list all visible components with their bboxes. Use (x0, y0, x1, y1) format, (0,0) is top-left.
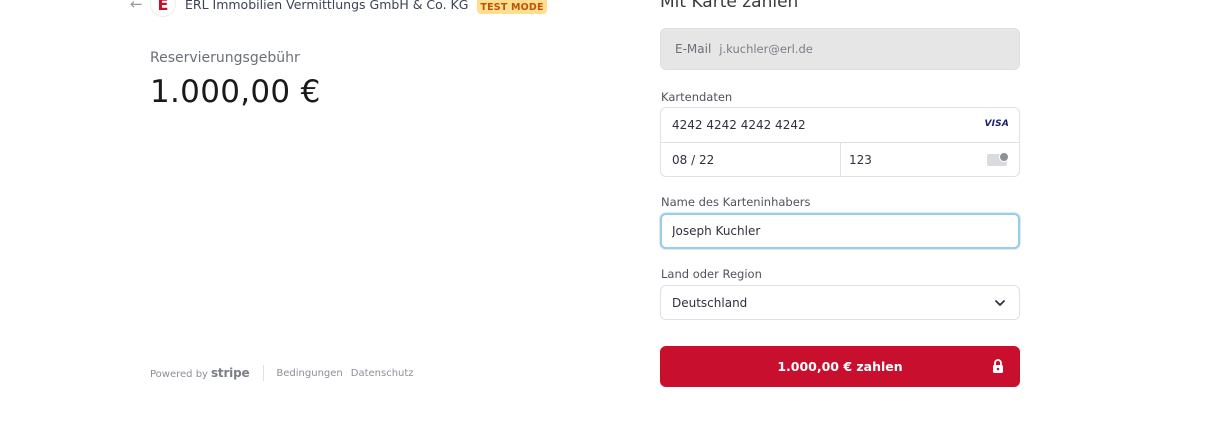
email-field: E-Mail j.kuchler@erl.de (660, 28, 1020, 70)
cardholder-name-label: Name des Karteninhabers (661, 195, 811, 209)
card-details-label: Kartendaten (661, 90, 733, 104)
cvc-input[interactable]: 123 (841, 143, 1019, 177)
fee-label: Reservierungsgebühr (150, 50, 300, 66)
powered-by-text: Powered by (150, 369, 208, 380)
email-label: E-Mail (675, 42, 712, 56)
visa-icon: VISA (984, 119, 1009, 129)
terms-link[interactable]: Bedingungen (276, 368, 342, 379)
cardholder-name-input[interactable] (660, 213, 1020, 249)
pay-button[interactable]: 1.000,00 € zahlen (660, 346, 1020, 387)
lock-icon (993, 359, 1003, 373)
email-value: j.kuchler@erl.de (719, 42, 813, 56)
card-number-value: 4242 4242 4242 4242 (672, 118, 806, 132)
expiry-input[interactable]: 08 / 22 (661, 143, 841, 177)
chevron-down-icon (995, 300, 1005, 306)
country-select[interactable]: Deutschland (660, 285, 1020, 320)
stripe-logo: stripe (210, 366, 250, 380)
merchant-logo: E (150, 0, 176, 17)
footer-divider (263, 365, 265, 381)
fee-amount: 1.000,00 € (150, 74, 321, 110)
cvc-value: 123 (849, 153, 872, 167)
summary-pane: ← E ERL Immobilien Vermittlungs GmbH & C… (0, 0, 584, 423)
country-label: Land oder Region (661, 267, 762, 281)
card-number-input[interactable]: 4242 4242 4242 4242 VISA (661, 108, 1019, 143)
card-details-group: 4242 4242 4242 4242 VISA 08 / 22 123 (660, 107, 1020, 177)
form-title: Mit Karte zahlen (660, 0, 799, 12)
arrow-left-icon[interactable]: ← (130, 0, 148, 13)
merchant-header: ← E ERL Immobilien Vermittlungs GmbH & C… (130, 0, 547, 17)
expiry-value: 08 / 22 (672, 153, 715, 167)
test-mode-badge: TEST MODE (477, 0, 547, 14)
cvc-card-icon (987, 152, 1009, 166)
merchant-name: ERL Immobilien Vermittlungs GmbH & Co. K… (185, 0, 469, 12)
country-value: Deutschland (672, 295, 748, 310)
privacy-link[interactable]: Datenschutz (351, 368, 414, 379)
footer: Powered by stripe Bedingungen Datenschut… (150, 365, 422, 381)
powered-by-stripe[interactable]: Powered by stripe (150, 366, 250, 380)
pay-button-label: 1.000,00 € zahlen (777, 359, 903, 374)
